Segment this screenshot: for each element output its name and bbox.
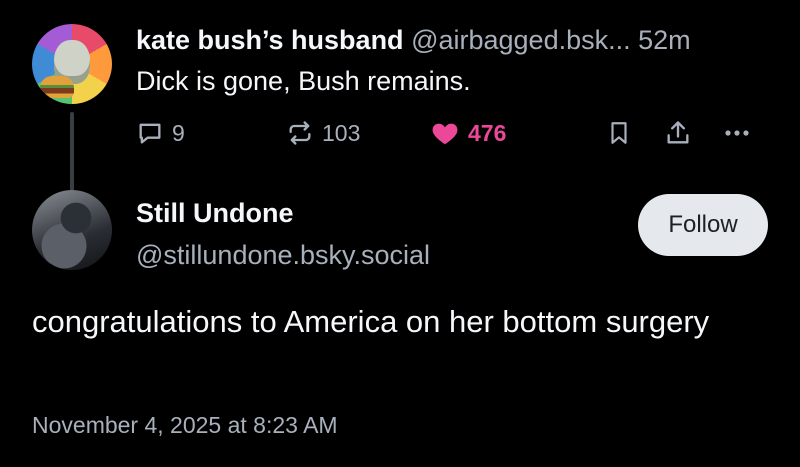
more-icon xyxy=(725,130,749,136)
heart-icon xyxy=(432,123,458,145)
thread-connector-line xyxy=(70,112,74,192)
reply-button[interactable]: 9 xyxy=(136,118,185,148)
avatar-burger xyxy=(40,76,74,98)
share-icon xyxy=(667,121,689,144)
parent-post-header: kate bush’s husband @airbagged.bsk... 52… xyxy=(136,24,691,56)
main-author-handle[interactable]: @stillundone.bsky.social xyxy=(136,240,430,271)
like-count: 476 xyxy=(468,119,507,146)
share-button[interactable] xyxy=(664,118,692,148)
post-timestamp: November 4, 2025 at 8:23 AM xyxy=(32,412,338,438)
more-options-button[interactable] xyxy=(722,118,752,148)
parent-post-text: Dick is gone, Bush remains. xyxy=(136,66,471,96)
main-author-avatar[interactable] xyxy=(32,190,112,270)
main-post-text: congratulations to America on her bottom… xyxy=(32,304,710,339)
follow-button[interactable]: Follow xyxy=(638,194,768,256)
parent-author-avatar[interactable] xyxy=(32,24,112,104)
main-author-name[interactable]: Still Undone xyxy=(136,198,294,229)
like-button[interactable]: 476 xyxy=(430,118,506,148)
parent-author-name[interactable]: kate bush’s husband xyxy=(136,25,404,55)
repost-icon xyxy=(289,121,311,145)
bookmark-button[interactable] xyxy=(606,118,632,148)
reply-icon xyxy=(139,123,161,144)
repost-count: 103 xyxy=(322,119,361,146)
reply-count: 9 xyxy=(172,119,185,146)
bookmark-icon xyxy=(611,122,627,144)
repost-button[interactable]: 103 xyxy=(286,118,360,148)
parent-post-time[interactable]: 52m xyxy=(638,25,691,55)
parent-author-handle[interactable]: @airbagged.bsk... xyxy=(411,25,631,55)
